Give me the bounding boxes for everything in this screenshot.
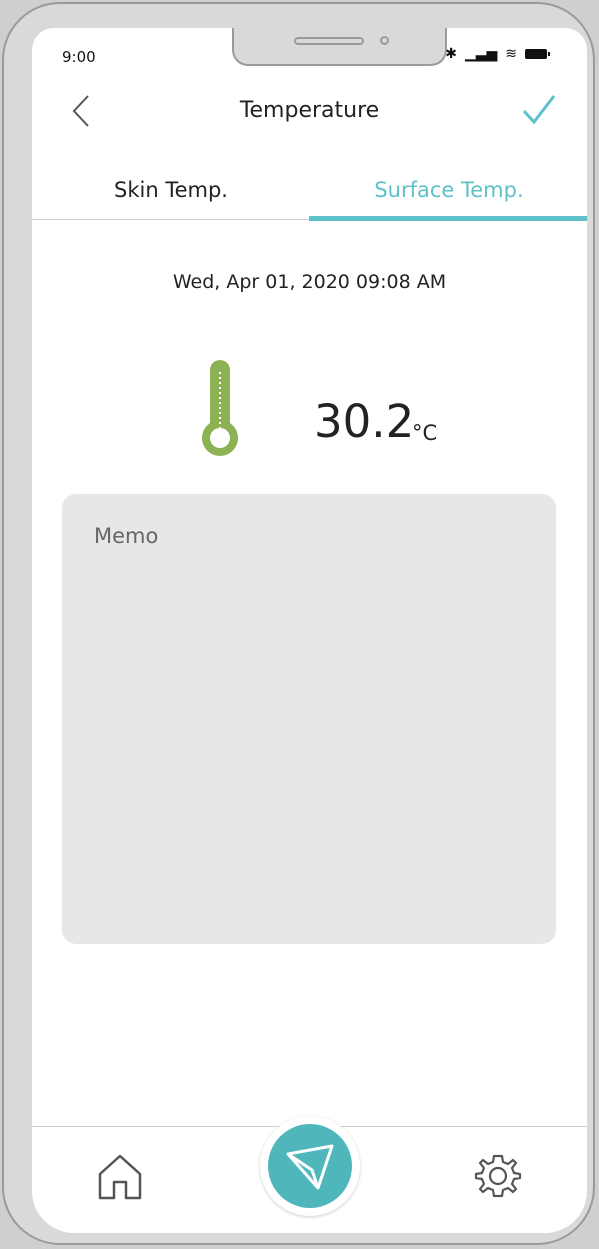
notch: [232, 28, 447, 66]
gear-icon[interactable]: [470, 1148, 526, 1204]
memo-placeholder: Memo: [94, 524, 159, 548]
tab-skin-temp[interactable]: Skin Temp.: [32, 178, 310, 202]
screen: 9:00 ✱ ▁▃▅ ≋ Temperature Skin Temp. Surf…: [32, 28, 587, 1233]
memo-field[interactable]: Memo: [62, 494, 556, 944]
active-tab-indicator: [309, 216, 587, 221]
send-button[interactable]: [260, 1116, 360, 1216]
page-title: Temperature: [239, 98, 380, 123]
battery-icon: [525, 49, 550, 59]
phone-frame: 9:00 ✱ ▁▃▅ ≋ Temperature Skin Temp. Surf…: [2, 2, 595, 1245]
send-button-circle: [268, 1124, 352, 1208]
send-plane-icon: [286, 1144, 334, 1190]
tab-surface-temp[interactable]: Surface Temp.: [310, 178, 587, 202]
temperature-unit: °C: [412, 421, 438, 445]
status-icons: ✱ ▁▃▅ ≋: [445, 46, 550, 62]
thermometer-icon: [202, 360, 238, 456]
bluetooth-icon: ✱: [445, 46, 457, 62]
front-camera: [380, 36, 389, 45]
temperature-value: 30.2: [314, 395, 415, 448]
reading-datetime: Wed, Apr 01, 2020 09:08 AM: [172, 271, 447, 293]
check-icon[interactable]: [521, 92, 557, 128]
home-icon[interactable]: [92, 1148, 148, 1204]
status-time: 9:00: [62, 48, 96, 66]
speaker: [294, 37, 364, 45]
signal-icon: ▁▃▅: [464, 46, 498, 62]
wifi-icon: ≋: [505, 46, 517, 62]
